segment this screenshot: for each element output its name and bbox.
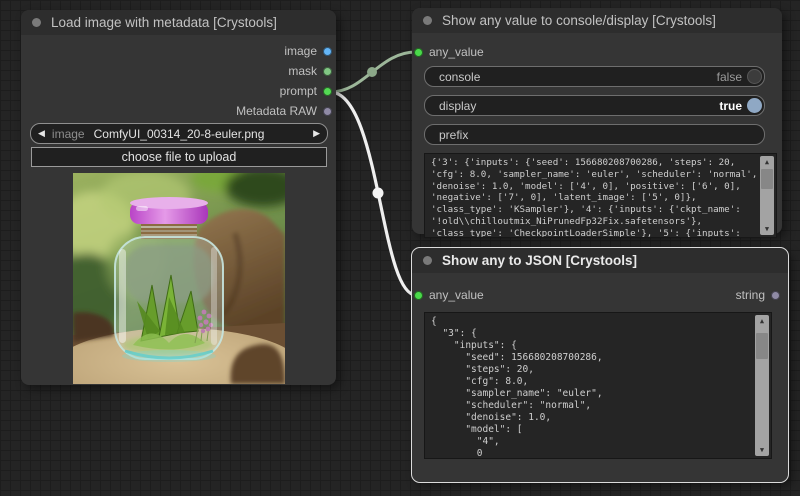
- node-titlebar[interactable]: Show any to JSON [Crystools]: [412, 248, 788, 273]
- output-dot-string[interactable]: [771, 291, 780, 300]
- scroll-up-icon[interactable]: ▲: [760, 315, 764, 327]
- json-output-textarea[interactable]: { "3": { "inputs": { "seed": 15668020870…: [424, 312, 772, 459]
- output-dot-prompt[interactable]: [323, 87, 332, 96]
- output-label: mask: [288, 64, 317, 78]
- output-label: string: [736, 288, 765, 302]
- output-label: Metadata RAW: [236, 104, 317, 118]
- node-titlebar[interactable]: Show any value to console/display [Cryst…: [412, 8, 782, 33]
- widget-label: display: [439, 99, 476, 113]
- node-title: Load image with metadata [Crystools]: [51, 15, 277, 30]
- combo-prev-icon[interactable]: ◀: [31, 128, 52, 139]
- node-show-any-to-json[interactable]: Show any to JSON [Crystools] any_value s…: [412, 248, 788, 482]
- widget-value: true: [719, 99, 742, 113]
- node-title: Show any value to console/display [Cryst…: [442, 13, 716, 28]
- widget-console-toggle[interactable]: console false: [424, 66, 765, 87]
- output-dot-mask[interactable]: [323, 67, 332, 76]
- node-show-any-value-console[interactable]: Show any value to console/display [Cryst…: [412, 8, 782, 234]
- input-dot-any-value[interactable]: [414, 291, 423, 300]
- output-slot-image: image: [21, 41, 336, 61]
- console-output-text: {'3': {'inputs': {'seed': 15668020870028…: [425, 154, 776, 238]
- output-slot-mask: mask: [21, 61, 336, 81]
- widget-display-toggle[interactable]: display true: [424, 95, 765, 116]
- output-slot-prompt: prompt: [21, 81, 336, 101]
- widget-value: false: [717, 70, 742, 84]
- scrollbar[interactable]: ▲ ▼: [755, 315, 769, 456]
- scroll-up-icon[interactable]: ▲: [765, 156, 769, 168]
- combo-label: image: [52, 127, 85, 141]
- node-titlebar[interactable]: Load image with metadata [Crystools]: [21, 10, 336, 35]
- scrollbar[interactable]: ▲ ▼: [760, 156, 774, 235]
- link-dot-green: [367, 67, 377, 77]
- scroll-down-icon[interactable]: ▼: [765, 223, 769, 235]
- output-label: prompt: [280, 84, 317, 98]
- widget-label: prefix: [439, 128, 468, 142]
- scrollbar-thumb[interactable]: [756, 333, 768, 359]
- toggle-knob[interactable]: [747, 69, 762, 84]
- toggle-knob[interactable]: [747, 98, 762, 113]
- output-slot-metadata-raw: Metadata RAW: [21, 101, 336, 121]
- combo-next-icon[interactable]: ▶: [306, 128, 327, 139]
- link-dot-white: [373, 188, 384, 199]
- input-label: any_value: [429, 288, 484, 302]
- node-title: Show any to JSON [Crystools]: [442, 253, 637, 268]
- image-preview: [73, 173, 285, 384]
- scroll-down-icon[interactable]: ▼: [760, 444, 764, 456]
- choose-file-button[interactable]: choose file to upload: [31, 147, 327, 167]
- image-file-combo[interactable]: ◀ image ComfyUI_00314_20-8-euler.png ▶: [30, 123, 328, 144]
- json-output-text: { "3": { "inputs": { "seed": 15668020870…: [425, 313, 771, 459]
- widget-prefix-input[interactable]: prefix: [424, 124, 765, 145]
- console-output-textarea[interactable]: {'3': {'inputs': {'seed': 15668020870028…: [424, 153, 777, 238]
- collapse-dot-icon[interactable]: [32, 18, 41, 27]
- output-dot-metadata-raw[interactable]: [323, 107, 332, 116]
- collapse-dot-icon[interactable]: [423, 256, 432, 265]
- input-dot-any-value[interactable]: [414, 48, 423, 57]
- collapse-dot-icon[interactable]: [423, 16, 432, 25]
- output-dot-image[interactable]: [323, 47, 332, 56]
- widget-label: console: [439, 70, 480, 84]
- scrollbar-thumb[interactable]: [761, 169, 773, 189]
- node-load-image-with-metadata[interactable]: Load image with metadata [Crystools] ima…: [21, 10, 336, 385]
- input-label: any_value: [429, 45, 484, 59]
- output-label: image: [284, 44, 317, 58]
